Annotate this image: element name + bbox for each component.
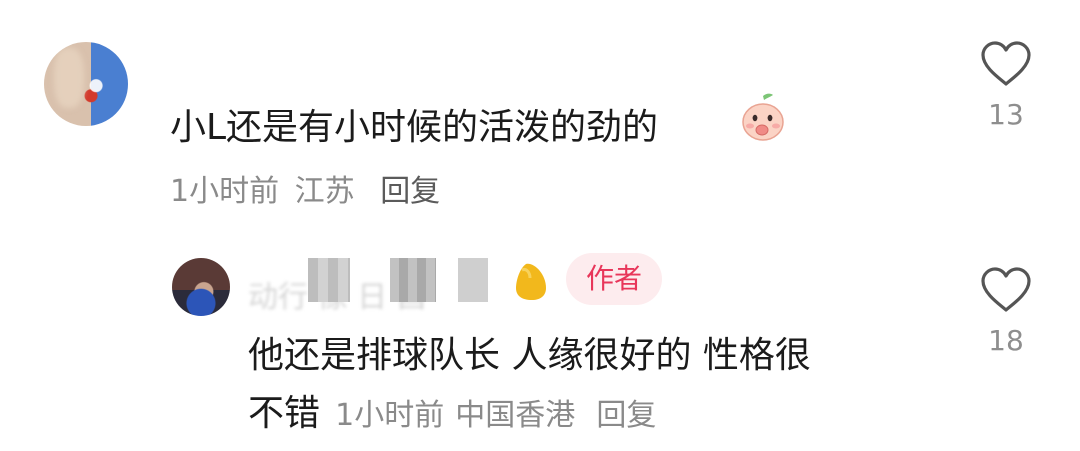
peach-face-emoji-icon xyxy=(742,93,784,141)
heart-icon xyxy=(981,267,1031,312)
username-mosaic xyxy=(308,258,350,302)
comment-body: 小L还是有小时候的活泼的劲的 xyxy=(170,107,659,148)
replier-username-blurred[interactable]: 动行 像 日 昌 xyxy=(248,258,510,315)
reply-text-line2-row: 不错 1小时前 中国香港 回复 xyxy=(248,384,656,436)
reply-like-button[interactable]: 18 xyxy=(976,266,1036,357)
author-tag: 作者 xyxy=(566,253,662,305)
replier-avatar[interactable] xyxy=(172,258,230,316)
comment-time: 1小时前 xyxy=(170,174,280,209)
comment-meta: 1小时前 江苏 回复 xyxy=(170,166,440,210)
username-mosaic xyxy=(458,258,488,302)
reply-body-line1: 他还是排球队长 人缘很好的 性格很 xyxy=(248,335,811,376)
reply-like-count: 18 xyxy=(988,324,1024,357)
comment-like-button[interactable]: 13 xyxy=(976,40,1036,131)
reply-time: 1小时前 xyxy=(335,398,445,433)
comment-like-count: 13 xyxy=(988,98,1024,131)
lemon-badge-icon xyxy=(516,263,546,300)
comment-reply-button[interactable]: 回复 xyxy=(380,174,440,209)
reply-text-line1: 他还是排球队长 人缘很好的 性格很 xyxy=(248,326,811,378)
comment-text: 小L还是有小时候的活泼的劲的 xyxy=(170,98,658,150)
reply-body-line2: 不错 xyxy=(248,393,321,434)
reply-location: 中国香港 xyxy=(455,398,576,433)
commenter-avatar[interactable] xyxy=(44,42,128,126)
username-mosaic xyxy=(390,258,436,302)
heart-icon xyxy=(981,41,1031,86)
comment-location: 江苏 xyxy=(294,174,355,209)
reply-reply-button[interactable]: 回复 xyxy=(596,398,656,433)
